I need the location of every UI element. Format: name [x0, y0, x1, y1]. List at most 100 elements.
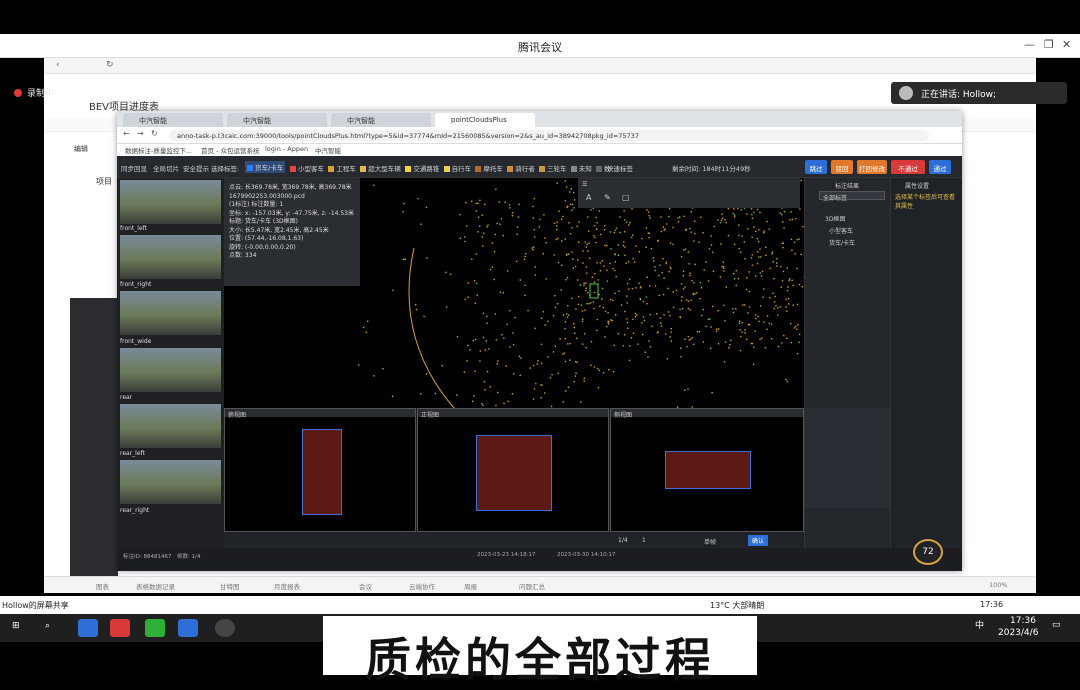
toolbar-item[interactable]: 同步回显	[121, 163, 147, 173]
front-view[interactable]: 正视图	[417, 408, 609, 532]
browser-tab[interactable]: 中汽智能	[123, 113, 223, 127]
camera-label: front_wide	[120, 338, 151, 345]
category-label[interactable]: 工程车	[328, 163, 356, 173]
camera-panel: front_left front_right front_wide rear r…	[117, 178, 224, 563]
category-label[interactable]: 骑行者	[507, 163, 535, 173]
category-label[interactable]: 小型客车	[290, 163, 324, 173]
toolbar-item[interactable]: 全局切片	[153, 163, 179, 173]
action-button[interactable]: 跳过	[805, 160, 827, 174]
confirm-button[interactable]: 确认	[748, 535, 768, 546]
action-button[interactable]: 驳回	[831, 160, 853, 174]
url-field[interactable]: anno-task-p.t3caic.com:39000/tools/point…	[169, 130, 929, 141]
meeting-icon[interactable]	[178, 619, 198, 637]
subtitle-text: 质检的全部过程	[323, 624, 757, 690]
info-line: (1标注) 标注数量: 1	[229, 201, 355, 210]
tree-item[interactable]: 货车/卡车	[829, 238, 855, 247]
camera-thumbnail[interactable]	[120, 235, 221, 279]
action-button[interactable]: 打回修改	[857, 160, 887, 174]
category-label[interactable]: 三轮车	[539, 163, 567, 173]
browser-tab[interactable]: 中汽智能	[227, 113, 327, 127]
inner-taskbar: Hollow的屏幕共享 13°C 大部晴朗 17:36	[0, 596, 1080, 614]
category-color-swatch	[596, 166, 602, 172]
wechat-icon[interactable]	[145, 619, 165, 637]
action-button[interactable]: 通过	[929, 160, 951, 174]
side-view[interactable]: 侧视图	[610, 408, 804, 532]
tree-item[interactable]: 3D框图	[825, 214, 845, 223]
label-filter[interactable]: 全部标签	[819, 191, 885, 200]
category-label[interactable]: 超大型车辆	[360, 163, 401, 173]
box-tool-icon[interactable]: ▢	[622, 193, 630, 202]
bg-tab[interactable]: 甘特图	[220, 581, 240, 591]
bookmark[interactable]: 首页 - 众包运营系统	[201, 145, 259, 155]
quick-label[interactable]: 快速标签	[607, 163, 633, 173]
result-title: 标注结果	[835, 181, 859, 190]
bg-browser-bar: ‹ ↻	[44, 58, 1036, 74]
close-icon[interactable]: ✕	[1062, 38, 1071, 51]
category-label[interactable]: 交通路锥	[405, 163, 439, 173]
reload-icon[interactable]: ↻	[151, 129, 158, 138]
camera-thumbnail[interactable]	[120, 291, 221, 335]
point-properties	[805, 408, 891, 508]
camera-label: rear	[120, 394, 132, 401]
bg-tab[interactable]: 云端协作	[409, 581, 435, 591]
frame-controls: 1/4 1 单帧 确认	[224, 532, 804, 548]
category-label[interactable]: 摩托车	[475, 163, 503, 173]
info-line: 点数: 334	[229, 252, 355, 261]
bg-tab[interactable]: 问题汇总	[519, 581, 545, 591]
app-icon[interactable]	[78, 619, 98, 637]
notification-icon[interactable]: ▭	[1052, 620, 1061, 630]
draw-tool-icon[interactable]: ✎	[604, 193, 611, 202]
camera-thumbnail[interactable]	[120, 404, 221, 448]
category-label[interactable]: 未知	[571, 163, 592, 173]
bg-tab[interactable]: 周报	[464, 581, 477, 591]
remaining-time: 剩余时间: 184时11分49秒	[672, 163, 751, 173]
browser-tab-active[interactable]: pointCloudsPlus	[435, 113, 535, 127]
front-view-box[interactable]	[476, 435, 552, 511]
status-bar: 标注ID: 88481467 帧数: 1/4 2023-03-23 14:18:…	[117, 548, 962, 563]
category-label[interactable]: 自行车	[444, 163, 472, 173]
zoom-level[interactable]: 100%	[989, 581, 1008, 589]
bg-tab[interactable]: 会议	[359, 581, 372, 591]
refresh-icon[interactable]: ↻	[106, 60, 114, 70]
address-bar: ← → ↻ anno-task-p.t3caic.com:39000/tools…	[117, 127, 962, 144]
restore-icon[interactable]: ❐	[1044, 38, 1054, 51]
top-view[interactable]: 俯视图	[224, 408, 416, 532]
action-button[interactable]: 不通过	[891, 160, 925, 174]
camera-label: front_right	[120, 281, 151, 288]
back-icon[interactable]: ←	[123, 129, 130, 138]
toolbar-item[interactable]: 安全提示	[183, 163, 209, 173]
minimize-icon[interactable]: —	[1024, 38, 1035, 51]
wps-icon[interactable]	[110, 619, 130, 637]
side-view-box[interactable]	[665, 451, 751, 489]
record-dot-icon	[14, 89, 22, 97]
speaker-badge: 正在讲话: Hollow;	[891, 82, 1067, 104]
bg-tab[interactable]: 月度报表	[274, 581, 300, 591]
ime-indicator[interactable]: 中	[975, 618, 984, 631]
windows-start-icon[interactable]: ⊞	[12, 621, 20, 631]
camera-thumbnail[interactable]	[120, 460, 221, 504]
status-time: 2023-03-23 14:18:17	[477, 552, 535, 558]
recorder-icon[interactable]	[215, 619, 235, 637]
bookmark[interactable]: 中汽智能	[315, 145, 341, 155]
page-indicator: 1/4	[618, 537, 628, 544]
mode-select[interactable]: 单帧	[704, 537, 716, 546]
tree-item[interactable]: 小型客车	[829, 226, 853, 235]
bookmark[interactable]: 数据标注-质量监控下...	[125, 145, 192, 155]
camera-label: front_left	[120, 225, 147, 232]
bookmark[interactable]: login - Appen	[265, 145, 308, 153]
back-icon[interactable]: ‹	[56, 60, 60, 70]
category-color-swatch	[571, 166, 577, 172]
status-done: 2023-03-30 14:10:17	[557, 552, 615, 558]
search-icon[interactable]: ⌕	[45, 621, 50, 631]
text-tool-icon[interactable]: A	[586, 193, 591, 202]
browser-tab[interactable]: 中汽智能	[331, 113, 431, 127]
forward-icon[interactable]: →	[137, 129, 144, 138]
top-view-box[interactable]	[302, 429, 342, 515]
camera-thumbnail[interactable]	[120, 348, 221, 392]
tool-title: ☰	[582, 181, 587, 188]
category-label[interactable]: 货车/卡车	[245, 161, 285, 173]
bg-tab[interactable]: 图表	[96, 581, 109, 591]
camera-thumbnail[interactable]	[120, 180, 221, 224]
frame-number[interactable]: 1	[642, 537, 646, 544]
bg-tab[interactable]: 表格数据记录	[136, 581, 175, 591]
